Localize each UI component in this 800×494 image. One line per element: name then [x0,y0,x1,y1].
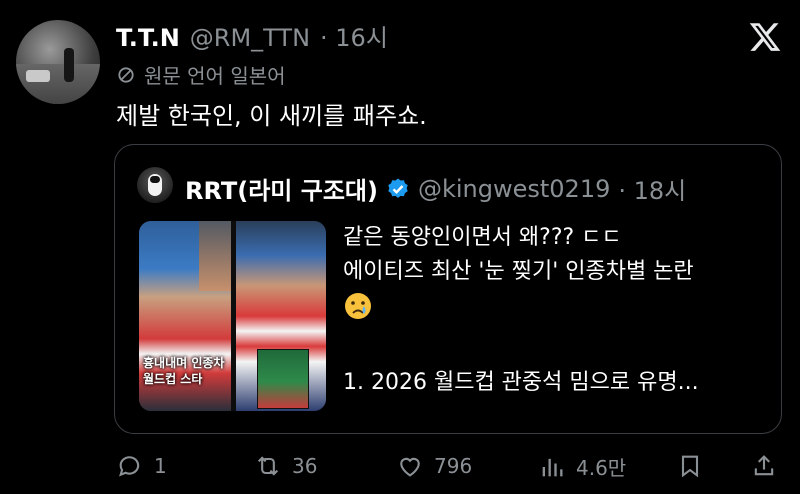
repost-button[interactable]: 36 [254,452,317,480]
analytics-icon [542,458,563,476]
x-logo-icon [749,23,781,51]
post-header: T.T.N @RM_TTN · 16시 [116,18,388,53]
avatar-car [26,70,50,82]
thumbnail-caption: 흉내내며 인종차 월드컵 스타 [143,355,224,387]
reply-count: 1 [154,454,167,478]
thumbnail-caption-line: 흉내내며 인종차 [143,356,225,370]
translation-note-text: 원문 언어 일본어 [144,64,286,88]
quoted-text-line: 에이티즈 최산 '눈 찢기' 인종차별 논란 [343,259,694,284]
quoted-author-name[interactable]: RRT(라미 구조대) [185,171,378,206]
quoted-text-line: 같은 동양인이면서 왜??? ㄷㄷ [343,225,622,250]
translation-note[interactable]: 원문 언어 일본어 [116,60,286,89]
action-bar: 1 36 796 4.6만 [0,446,800,486]
views-button[interactable]: 4.6만 [538,452,626,481]
bookmark-button[interactable] [676,452,704,480]
author-avatar[interactable] [16,20,100,104]
translate-icon [118,66,134,83]
share-button[interactable] [750,452,778,480]
view-count: 4.6만 [576,456,627,480]
share-icon [754,455,774,476]
author-handle[interactable]: @RM_TTN [190,24,310,52]
reply-button[interactable]: 1 [116,452,167,480]
thumbnail-left-background [199,221,231,291]
quoted-post[interactable]: RRT(라미 구조대) @kingwest0219 · 18시 흉내내며 인종차… [114,144,782,434]
avatar-person [64,48,74,82]
post-text: 제발 한국인, 이 새끼를 패주쇼. [116,102,427,130]
quoted-text-line: ​ [343,332,699,366]
quoted-post-text: 같은 동양인이면서 왜??? ㄷㄷ 에이티즈 최산 '눈 찢기' 인종차별 논란… [343,221,699,400]
quoted-text-emoji-line [343,289,699,332]
quoted-post-header: RRT(라미 구조대) @kingwest0219 · 18시 [185,171,686,206]
avatar-penguin-head [150,176,160,183]
crying-face-icon [345,293,371,319]
verified-badge-icon [388,178,408,198]
quoted-post-timestamp[interactable]: · 18시 [618,171,686,206]
repost-icon [257,456,279,476]
reply-icon [119,456,140,477]
quoted-author-handle[interactable]: @kingwest0219 [418,175,610,203]
quoted-post-thumbnail[interactable]: 흉내내며 인종차 월드컵 스타 [139,221,326,411]
like-button[interactable]: 796 [396,452,472,480]
author-name[interactable]: T.T.N [116,24,180,52]
quoted-text-line: 1. 2026 월드컵 관중석 밈으로 유명... [343,370,699,395]
repost-count: 36 [292,454,318,478]
bookmark-icon [681,455,699,478]
post-timestamp[interactable]: · 16시 [320,18,388,53]
thumbnail-inset-photo [257,349,309,409]
quoted-author-avatar[interactable] [137,167,173,203]
heart-icon [400,457,420,477]
thumbnail-caption-line: 월드컵 스타 [143,372,203,386]
like-count: 796 [434,454,473,478]
